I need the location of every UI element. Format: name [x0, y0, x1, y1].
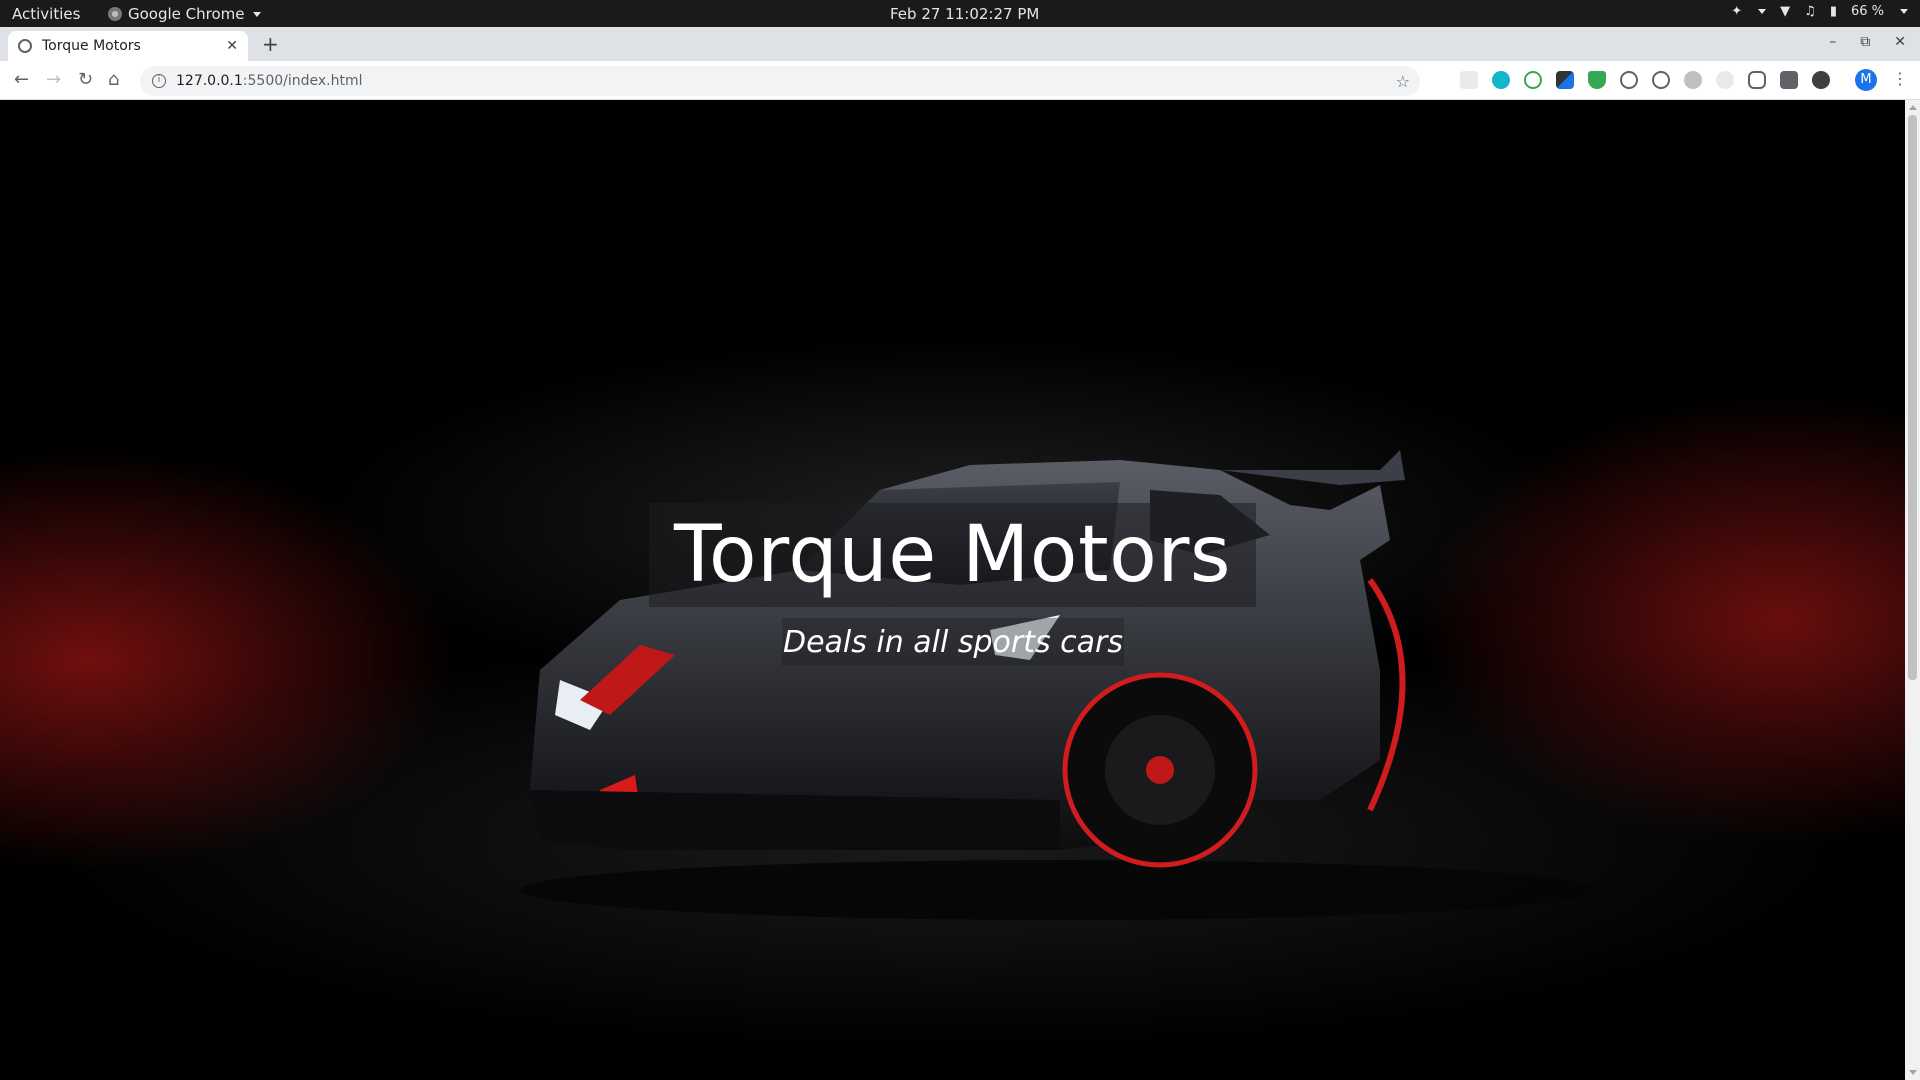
- vertical-scrollbar[interactable]: [1905, 100, 1920, 1080]
- tab-strip: Torque Motors ✕ + – ⧉ ✕: [0, 27, 1920, 61]
- extension-a-icon[interactable]: [1620, 71, 1638, 89]
- battery-percentage: 66 %: [1850, 4, 1884, 19]
- accessibility-icon[interactable]: ✦: [1731, 4, 1742, 19]
- close-icon[interactable]: ✕: [226, 38, 238, 54]
- extension-block-icon[interactable]: [1652, 71, 1670, 89]
- page-viewport: Torque Motors Deals in all sports cars: [0, 100, 1905, 1080]
- close-window-icon[interactable]: ✕: [1894, 34, 1906, 50]
- browser-toolbar: ← → ↻ ⌂ i 127.0.0.1 :5500/index.html ☆ M…: [0, 61, 1920, 100]
- window-controls: – ⧉ ✕: [1829, 34, 1906, 50]
- tab-torque-motors[interactable]: Torque Motors ✕: [8, 31, 248, 61]
- chevron-down-icon: [252, 11, 261, 17]
- site-info-icon[interactable]: i: [152, 74, 166, 88]
- extension-p-icon[interactable]: [1780, 71, 1798, 89]
- chevron-down-icon: [1758, 9, 1767, 14]
- hero-section: Torque Motors Deals in all sports cars: [0, 100, 1905, 1080]
- system-tray[interactable]: ✦ ▼ ♫ ▮ 66 %: [1731, 4, 1908, 19]
- system-top-bar: Activities Google Chrome Feb 27 11:02:27…: [0, 0, 1920, 27]
- app-menu[interactable]: Google Chrome: [108, 5, 261, 23]
- scroll-down-icon[interactable]: [1909, 1070, 1917, 1075]
- extensions-area: [1460, 71, 1830, 89]
- chrome-icon: [108, 7, 122, 21]
- address-bar[interactable]: i 127.0.0.1 :5500/index.html ☆: [140, 66, 1420, 96]
- hero-subtitle: Deals in all sports cars: [782, 624, 1124, 660]
- new-tab-button[interactable]: +: [262, 32, 279, 56]
- profile-avatar[interactable]: M: [1855, 69, 1877, 91]
- extension-m2-icon[interactable]: [1812, 71, 1830, 89]
- volume-icon: ♫: [1804, 4, 1816, 19]
- back-icon[interactable]: ←: [14, 69, 29, 90]
- clock[interactable]: Feb 27 11:02:27 PM: [890, 5, 1039, 23]
- bookmark-star-icon[interactable]: ☆: [1396, 72, 1410, 91]
- scroll-up-icon[interactable]: [1909, 105, 1917, 110]
- reload-icon[interactable]: ↻: [78, 69, 93, 90]
- extension-grid-icon[interactable]: [1460, 71, 1478, 89]
- hero-title: Torque Motors: [673, 510, 1232, 600]
- restore-icon[interactable]: ⧉: [1860, 34, 1870, 50]
- extension-m-icon[interactable]: [1492, 71, 1510, 89]
- hero-subtitle-box: Deals in all sports cars: [782, 618, 1124, 666]
- minimize-icon[interactable]: –: [1829, 34, 1836, 50]
- forward-icon[interactable]: →: [46, 69, 61, 90]
- activities-button[interactable]: Activities: [12, 5, 80, 23]
- extension-shield-icon[interactable]: [1588, 71, 1606, 89]
- home-icon[interactable]: ⌂: [108, 69, 119, 90]
- extension-gear-icon[interactable]: [1684, 71, 1702, 89]
- extension-broadcast-icon[interactable]: [1748, 71, 1766, 89]
- chevron-down-icon: [1900, 9, 1908, 14]
- extension-pen-icon[interactable]: [1556, 71, 1574, 89]
- globe-icon: [18, 39, 32, 53]
- extension-face-icon[interactable]: [1716, 71, 1734, 89]
- tab-title: Torque Motors: [42, 38, 141, 54]
- app-menu-label: Google Chrome: [128, 5, 245, 23]
- hero-title-box: Torque Motors: [649, 503, 1256, 607]
- wifi-icon: ▼: [1780, 4, 1791, 19]
- extension-circle-icon[interactable]: [1524, 71, 1542, 89]
- url-host: 127.0.0.1: [176, 73, 243, 89]
- battery-icon: ▮: [1829, 4, 1837, 19]
- more-menu-icon[interactable]: ⋮: [1892, 69, 1908, 88]
- url-path: :5500/index.html: [242, 73, 363, 89]
- scroll-thumb[interactable]: [1908, 115, 1917, 680]
